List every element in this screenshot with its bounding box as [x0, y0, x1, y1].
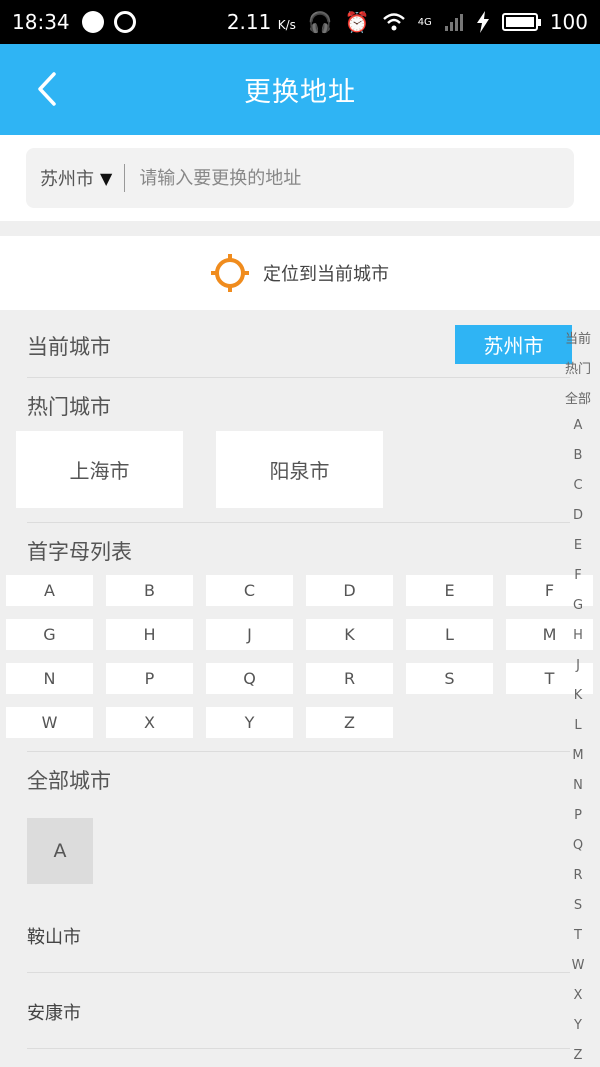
letter-button-x[interactable]: X: [106, 707, 193, 738]
index-item[interactable]: 当前: [558, 328, 598, 347]
letter-button-w[interactable]: W: [6, 707, 93, 738]
city-item-ankang[interactable]: 安康市: [27, 999, 81, 1025]
letter-button-h[interactable]: H: [106, 619, 193, 650]
index-item[interactable]: S: [558, 898, 598, 913]
divider: [27, 751, 570, 752]
city-dropdown[interactable]: 苏州市 ▼: [40, 164, 126, 192]
locate-current-city-button[interactable]: 定位到当前城市: [0, 236, 600, 310]
letter-button-e[interactable]: E: [406, 575, 493, 606]
index-item[interactable]: X: [558, 988, 598, 1003]
index-item[interactable]: N: [558, 778, 598, 793]
index-item[interactable]: D: [558, 508, 598, 523]
hot-cities-title: 热门城市: [27, 395, 111, 419]
headphones-icon: 🎧: [307, 10, 333, 34]
status-right: 2.11 K/s 🎧 ⏰ 4G 100: [227, 10, 588, 34]
charging-icon: [476, 11, 489, 33]
signal-notification-icon: [113, 11, 136, 33]
all-cities-title: 全部城市: [27, 769, 111, 793]
alarm-icon: ⏰: [344, 10, 370, 34]
index-item[interactable]: E: [558, 538, 598, 553]
status-bar: 18:34 2.11 K/s 🎧 ⏰ 4G 100: [0, 0, 600, 44]
index-item[interactable]: F: [558, 568, 598, 583]
index-item[interactable]: R: [558, 868, 598, 883]
letter-button-l[interactable]: L: [406, 619, 493, 650]
letter-list-title: 首字母列表: [27, 540, 132, 564]
index-item[interactable]: G: [558, 598, 598, 613]
address-search-input[interactable]: [139, 167, 500, 189]
index-item[interactable]: P: [558, 808, 598, 823]
city-dropdown-label: 苏州市: [40, 169, 94, 190]
current-city-button[interactable]: 苏州市: [455, 325, 572, 364]
index-item[interactable]: C: [558, 478, 598, 493]
index-item[interactable]: W: [558, 958, 598, 973]
index-item[interactable]: K: [558, 688, 598, 703]
search-section: 苏州市 ▼: [0, 135, 600, 221]
battery-icon: [501, 13, 541, 31]
app-notification-icon: [81, 11, 104, 33]
index-item[interactable]: Z: [558, 1048, 598, 1063]
letter-button-q[interactable]: Q: [206, 663, 293, 694]
search-bar: 苏州市 ▼: [26, 148, 574, 208]
city-item-anshan[interactable]: 鞍山市: [27, 923, 81, 949]
letter-button-c[interactable]: C: [206, 575, 293, 606]
status-time: 18:34: [12, 10, 70, 34]
index-item[interactable]: Y: [558, 1018, 598, 1033]
group-letter-a: A: [27, 818, 93, 884]
cell-signal-icon: [444, 14, 463, 31]
letter-button-j[interactable]: J: [206, 619, 293, 650]
network-type: 4G: [417, 16, 432, 28]
index-item[interactable]: A: [558, 418, 598, 433]
index-item[interactable]: Q: [558, 838, 598, 853]
triangle-down-icon: ▼: [100, 168, 113, 188]
index-item[interactable]: 全部: [558, 388, 598, 407]
locate-label: 定位到当前城市: [263, 264, 389, 285]
wifi-icon: [382, 13, 405, 31]
letter-button-a[interactable]: A: [6, 575, 93, 606]
letter-button-s[interactable]: S: [406, 663, 493, 694]
hot-city-yangquan[interactable]: 阳泉市: [216, 431, 383, 508]
divider: [27, 1048, 570, 1049]
index-item[interactable]: 热门: [558, 358, 598, 377]
index-item[interactable]: T: [558, 928, 598, 943]
index-item[interactable]: H: [558, 628, 598, 643]
app-header: 更换地址: [0, 44, 600, 135]
letter-button-k[interactable]: K: [306, 619, 393, 650]
chevron-left-icon[interactable]: [30, 66, 70, 112]
index-item[interactable]: M: [558, 748, 598, 763]
network-speed: 2.11 K/s: [226, 10, 296, 34]
divider: [27, 377, 570, 378]
index-item[interactable]: L: [558, 718, 598, 733]
battery-percent: 100: [549, 10, 588, 34]
crosshair-icon: [211, 254, 249, 292]
index-item[interactable]: J: [558, 658, 598, 673]
letter-button-d[interactable]: D: [306, 575, 393, 606]
letter-button-g[interactable]: G: [6, 619, 93, 650]
hot-city-shanghai[interactable]: 上海市: [16, 431, 183, 508]
page-title: 更换地址: [244, 77, 356, 108]
letter-button-p[interactable]: P: [106, 663, 193, 694]
letter-button-z[interactable]: Z: [306, 707, 393, 738]
letter-button-y[interactable]: Y: [206, 707, 293, 738]
current-city-title: 当前城市: [27, 335, 111, 359]
letter-button-n[interactable]: N: [6, 663, 93, 694]
letter-button-r[interactable]: R: [306, 663, 393, 694]
letter-button-b[interactable]: B: [106, 575, 193, 606]
index-item[interactable]: B: [558, 448, 598, 463]
divider: [27, 972, 570, 973]
divider: [27, 522, 570, 523]
